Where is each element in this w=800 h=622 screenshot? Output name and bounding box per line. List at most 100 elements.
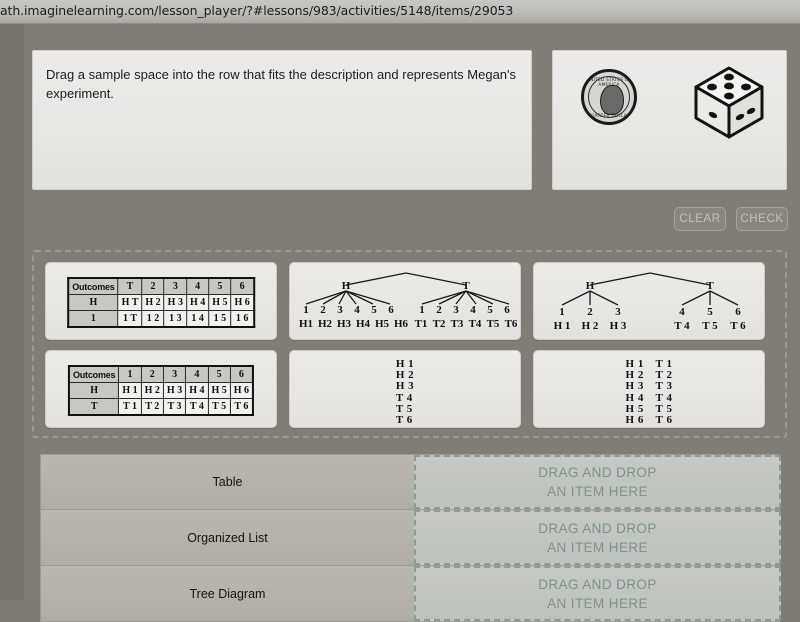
tree-child: 3 <box>453 304 459 316</box>
list-item: T 6 <box>395 414 413 427</box>
tree-outcome: T6 <box>505 318 518 330</box>
tree-diagram-1: H T 1 2 3 4 5 6 1 2 3 4 5 6 H1 H2 H3 H4 … <box>290 263 520 339</box>
list-cell: T 1 <box>655 358 673 370</box>
list-cell: T 5 <box>655 402 673 415</box>
tree-branch-right-label: T <box>462 280 470 292</box>
table-header-cell: 4 <box>185 365 209 383</box>
table-cell: T 4 <box>185 398 209 416</box>
organized-list-2: H 1T 1 H 2T 2 H 3T 3 H 4T 4 H 5T 5 H 6T … <box>626 358 673 426</box>
tree-outcome: T3 <box>451 318 464 330</box>
tree-child: 2 <box>320 304 326 316</box>
tree-branch-left-label: H <box>586 280 595 292</box>
tree-child: 2 <box>587 306 593 318</box>
table-header-cell: T <box>117 277 143 295</box>
row-label-table: Table <box>41 455 414 509</box>
table-row: H H 1 H 2 H 3 H 4 H 5 H 6 <box>68 382 254 399</box>
list-item: H 6 T 6 <box>626 414 673 426</box>
table-cell: 1 2 <box>141 310 165 328</box>
tree-child: 3 <box>615 306 621 318</box>
tree-outcome: H3 <box>337 318 352 330</box>
table-corner-label: Outcomes <box>67 277 119 295</box>
table-cell: 1 6 <box>230 310 255 328</box>
tree-outcome: H 1 <box>554 320 571 332</box>
table-cell: H 3 <box>163 294 187 311</box>
six-sided-die-icon <box>693 65 765 141</box>
table-row-label: T <box>68 398 120 416</box>
table-cell: H 6 <box>230 294 255 311</box>
table-header-cell: 4 <box>185 277 210 295</box>
tree-outcome: T 5 <box>702 320 718 332</box>
coin-legend-bottom: QUARTER DOLLAR <box>587 113 631 118</box>
url-bar-text[interactable]: ath.imaginelearning.com/lesson_player/?#… <box>0 3 513 18</box>
action-bar: CLEAR CHECK <box>552 207 788 233</box>
clear-button[interactable]: CLEAR <box>674 207 726 231</box>
table-cell: 1 4 <box>185 310 210 328</box>
option-card-table-1[interactable]: Outcomes T 2 3 4 5 6 H H T H 2 H 3 H 4 H… <box>45 262 277 340</box>
sample-space-table-2: Outcomes 1 2 3 4 5 6 H H 1 H 2 H 3 H 4 H… <box>67 365 255 416</box>
tree-diagram-2: H T 1 2 3 4 5 6 H 1 H 2 H 3 T 4 T 5 T 6 <box>534 263 764 339</box>
table-header-cell: 3 <box>163 277 187 295</box>
table-cell: H 5 <box>207 382 231 399</box>
tree-outcome: H6 <box>394 318 409 330</box>
option-card-table-2[interactable]: Outcomes 1 2 3 4 5 6 H H 1 H 2 H 3 H 4 H… <box>45 350 277 428</box>
table-header-cell: 2 <box>141 277 165 295</box>
lesson-page: Drag a sample space into the row that fi… <box>0 24 800 622</box>
tree-outcome: T4 <box>469 318 482 330</box>
row-label-organized-list: Organized List <box>41 510 414 565</box>
list-cell: T 3 <box>655 380 673 393</box>
tree-outcome: H2 <box>318 318 333 330</box>
table-cell: H 1 <box>118 382 142 399</box>
table-header-cell: 6 <box>229 365 254 383</box>
table-header-cell: 6 <box>230 277 255 295</box>
tree-outcome: H5 <box>375 318 390 330</box>
drop-zone-line-2: AN ITEM HERE <box>547 484 648 499</box>
list-item: H 3 <box>395 380 415 393</box>
answer-row-tree-diagram: Tree Diagram DRAG AND DROP AN ITEM HERE <box>41 566 781 622</box>
table-row: Outcomes T 2 3 4 5 6 <box>67 277 255 295</box>
table-row: Outcomes 1 2 3 4 5 6 <box>68 365 254 383</box>
table-header-cell: 5 <box>208 277 232 295</box>
tree-child: 3 <box>337 304 343 316</box>
table-cell: T 5 <box>207 398 231 416</box>
draggable-options-tray: Outcomes T 2 3 4 5 6 H H T H 2 H 3 H 4 H… <box>32 250 787 438</box>
table-row-label: 1 <box>67 310 119 328</box>
tree-outcome: T 6 <box>730 320 746 332</box>
option-card-list-2[interactable]: H 1T 1 H 2T 2 H 3T 3 H 4T 4 H 5T 5 H 6T … <box>533 350 765 428</box>
option-card-tree-1[interactable]: H T 1 2 3 4 5 6 1 2 3 4 5 6 H1 H2 H3 H4 … <box>289 262 521 340</box>
sample-space-table-1: Outcomes T 2 3 4 5 6 H H T H 2 H 3 H 4 H… <box>67 277 255 328</box>
table-row-label: H <box>67 294 119 311</box>
table-cell: H 3 <box>162 382 187 399</box>
drop-zone-line-2: AN ITEM HERE <box>547 539 648 555</box>
table-cell: T 6 <box>229 398 254 416</box>
option-card-tree-2[interactable]: H T 1 2 3 4 5 6 H 1 H 2 H 3 T 4 T 5 T 6 <box>533 262 765 340</box>
drop-zone-line-1: DRAG AND DROP <box>538 465 657 480</box>
table-cell: 1 3 <box>163 310 187 328</box>
drop-zone-tree-diagram[interactable]: DRAG AND DROP AN ITEM HERE <box>414 566 781 621</box>
stimulus-panel: UNITED STATES OF AMERICA QUARTER DOLLAR <box>552 50 787 190</box>
table-cell: H 6 <box>229 382 254 399</box>
check-button[interactable]: CHECK <box>736 207 788 231</box>
table-cell: T 1 <box>118 398 142 416</box>
tree-child: 2 <box>436 304 442 316</box>
tree-child: 1 <box>303 304 309 316</box>
tree-child: 5 <box>371 304 377 316</box>
tree-branch-left-label: H <box>342 280 351 292</box>
table-cell: H 2 <box>141 294 165 311</box>
table-cell: 1 5 <box>208 310 232 328</box>
option-card-list-1[interactable]: H 1 H 2 H 3 T 4 T 5 T 6 <box>289 350 521 428</box>
tree-branch-right-label: T <box>706 280 714 292</box>
table-cell: H 4 <box>185 294 210 311</box>
drop-zone-organized-list[interactable]: DRAG AND DROP AN ITEM HERE <box>414 510 781 565</box>
table-row: H H T H 2 H 3 H 4 H 5 H 6 <box>67 294 255 311</box>
tree-child: 5 <box>707 306 713 318</box>
prompt-panel: Drag a sample space into the row that fi… <box>32 50 532 190</box>
prompt-text: Drag a sample space into the row that fi… <box>46 67 517 101</box>
drop-zone-table[interactable]: DRAG AND DROP AN ITEM HERE <box>414 455 781 509</box>
table-corner-label: Outcomes <box>68 365 120 383</box>
tree-child: 6 <box>735 306 741 318</box>
tree-outcome: T2 <box>433 318 446 330</box>
tree-child: 4 <box>679 306 685 318</box>
answer-table: Table DRAG AND DROP AN ITEM HERE Organiz… <box>40 454 781 622</box>
table-row: T T 1 T 2 T 3 T 4 T 5 T 6 <box>68 398 254 416</box>
tree-outcome: H1 <box>299 318 313 330</box>
